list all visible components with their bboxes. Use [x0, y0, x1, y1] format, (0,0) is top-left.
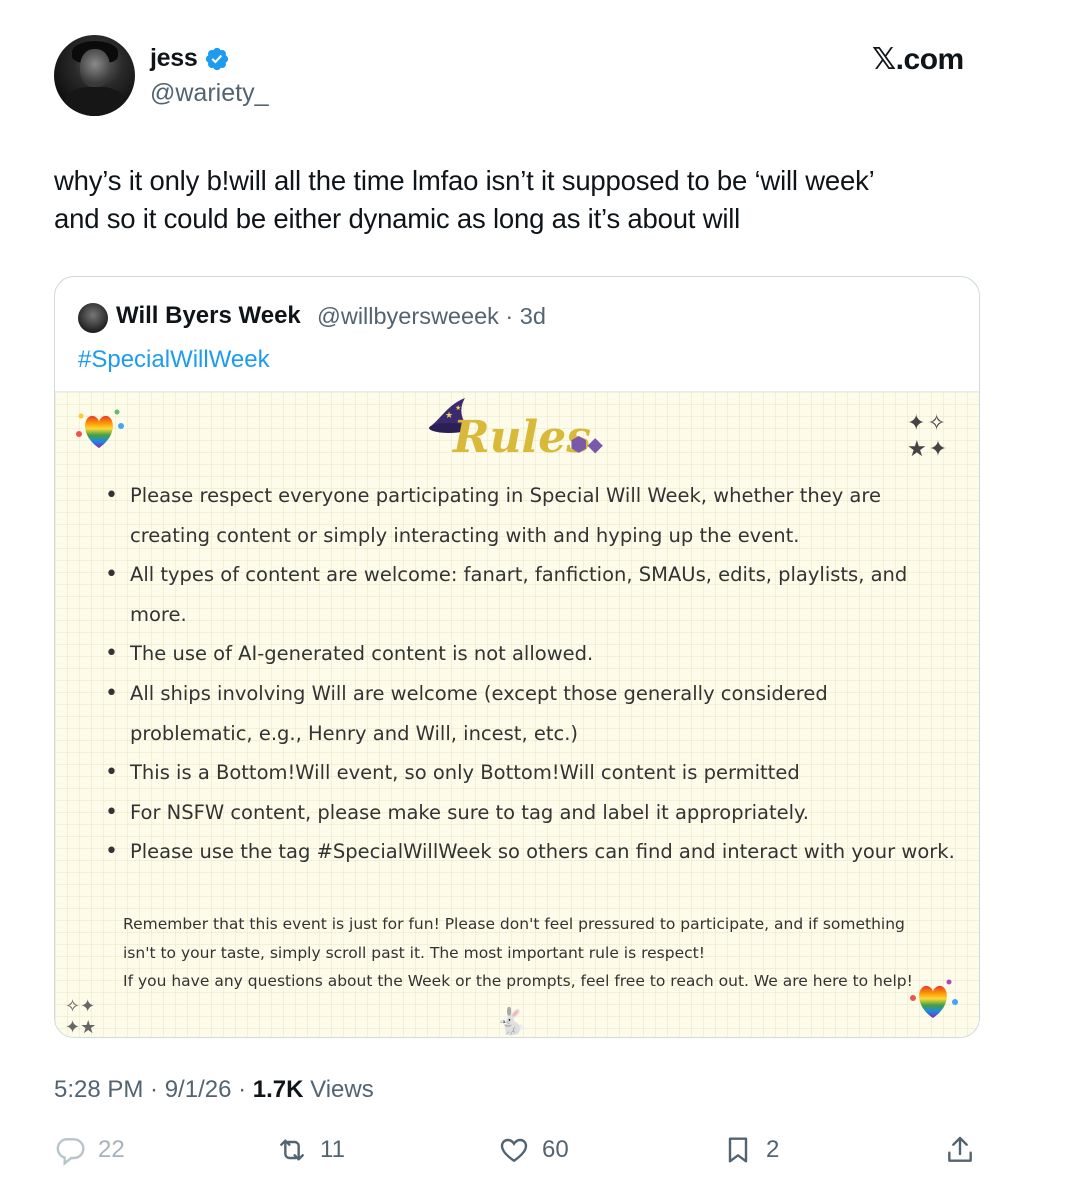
retweet-button[interactable]: 11 — [276, 1132, 345, 1168]
verified-badge-icon — [205, 47, 229, 71]
bunny-icon: 🐇 — [495, 1006, 528, 1036]
quoted-author-handle-time: @willbyersweeek · 3d — [317, 303, 546, 329]
rainbow-heart-icon — [76, 409, 124, 448]
author-handle[interactable]: @wariety_ — [150, 79, 268, 108]
rule-item: All ships involving Will are welcome (ex… — [105, 674, 955, 753]
retweet-icon — [280, 1139, 304, 1161]
rule-item: All types of content are welcome: fanart… — [105, 555, 955, 634]
author-name[interactable]: jess — [150, 44, 198, 73]
retweet-count: 11 — [320, 1136, 345, 1163]
bookmark-button[interactable]: 2 — [722, 1132, 779, 1168]
like-count: 60 — [542, 1136, 569, 1163]
dice-icon: ⬢◆ — [570, 434, 603, 456]
share-icon — [948, 1136, 972, 1162]
bookmark-count: 2 — [766, 1136, 780, 1163]
quoted-author-name[interactable]: Will Byers Week — [116, 302, 301, 330]
rules-footnote: Remember that this event is just for fun… — [123, 915, 913, 991]
rainbow-heart-icon — [910, 979, 958, 1018]
rules-image[interactable]: ★ ★ Rules ⬢◆ ✦✧★✦ ✧✦✦★ Please respect ev… — [55, 391, 979, 1037]
views-label: Views — [303, 1076, 374, 1103]
rule-item: This is a Bottom!Will event, so only Bot… — [105, 753, 955, 793]
view-count: 1.7K — [252, 1076, 304, 1103]
author-avatar[interactable] — [54, 35, 135, 116]
reply-count: 22 — [98, 1136, 125, 1163]
like-button[interactable]: 60 — [498, 1132, 569, 1168]
tweet-meta: 5:28 PM · 9/1/26 · 1.7K Views — [54, 1076, 374, 1104]
tweet-text: why’s it only b!will all the time lmfao … — [54, 165, 875, 234]
reply-button[interactable]: 22 — [54, 1132, 125, 1168]
share-button[interactable] — [944, 1132, 976, 1168]
rule-item: For NSFW content, please make sure to ta… — [105, 793, 955, 833]
heart-icon — [500, 1138, 528, 1163]
timestamp[interactable]: 5:28 PM · 9/1/26 · — [54, 1076, 253, 1103]
sparkle-stars-icon: ✧✦ ✦★ — [65, 996, 97, 1037]
rule-item: The use of AI-generated content is not a… — [105, 634, 955, 674]
brand-watermark: 𝕏.com — [872, 43, 964, 76]
bookmark-icon — [728, 1137, 748, 1163]
quoted-hashtag-link[interactable]: #SpecialWillWeek — [78, 346, 270, 374]
rule-item: Please use the tag #SpecialWillWeek so o… — [105, 832, 955, 872]
quoted-author-avatar[interactable] — [78, 303, 108, 333]
svg-text:★: ★ — [455, 404, 461, 412]
rule-item: Please respect everyone participating in… — [105, 476, 955, 555]
quoted-tweet[interactable]: Will Byers Week @willbyersweeek · 3d #Sp… — [54, 276, 980, 1038]
reply-icon — [56, 1138, 85, 1166]
svg-text:★: ★ — [445, 410, 453, 420]
sparkle-stars-icon: ✦✧ ★✦ — [907, 410, 950, 461]
rules-list: Please respect everyone participating in… — [105, 476, 955, 872]
